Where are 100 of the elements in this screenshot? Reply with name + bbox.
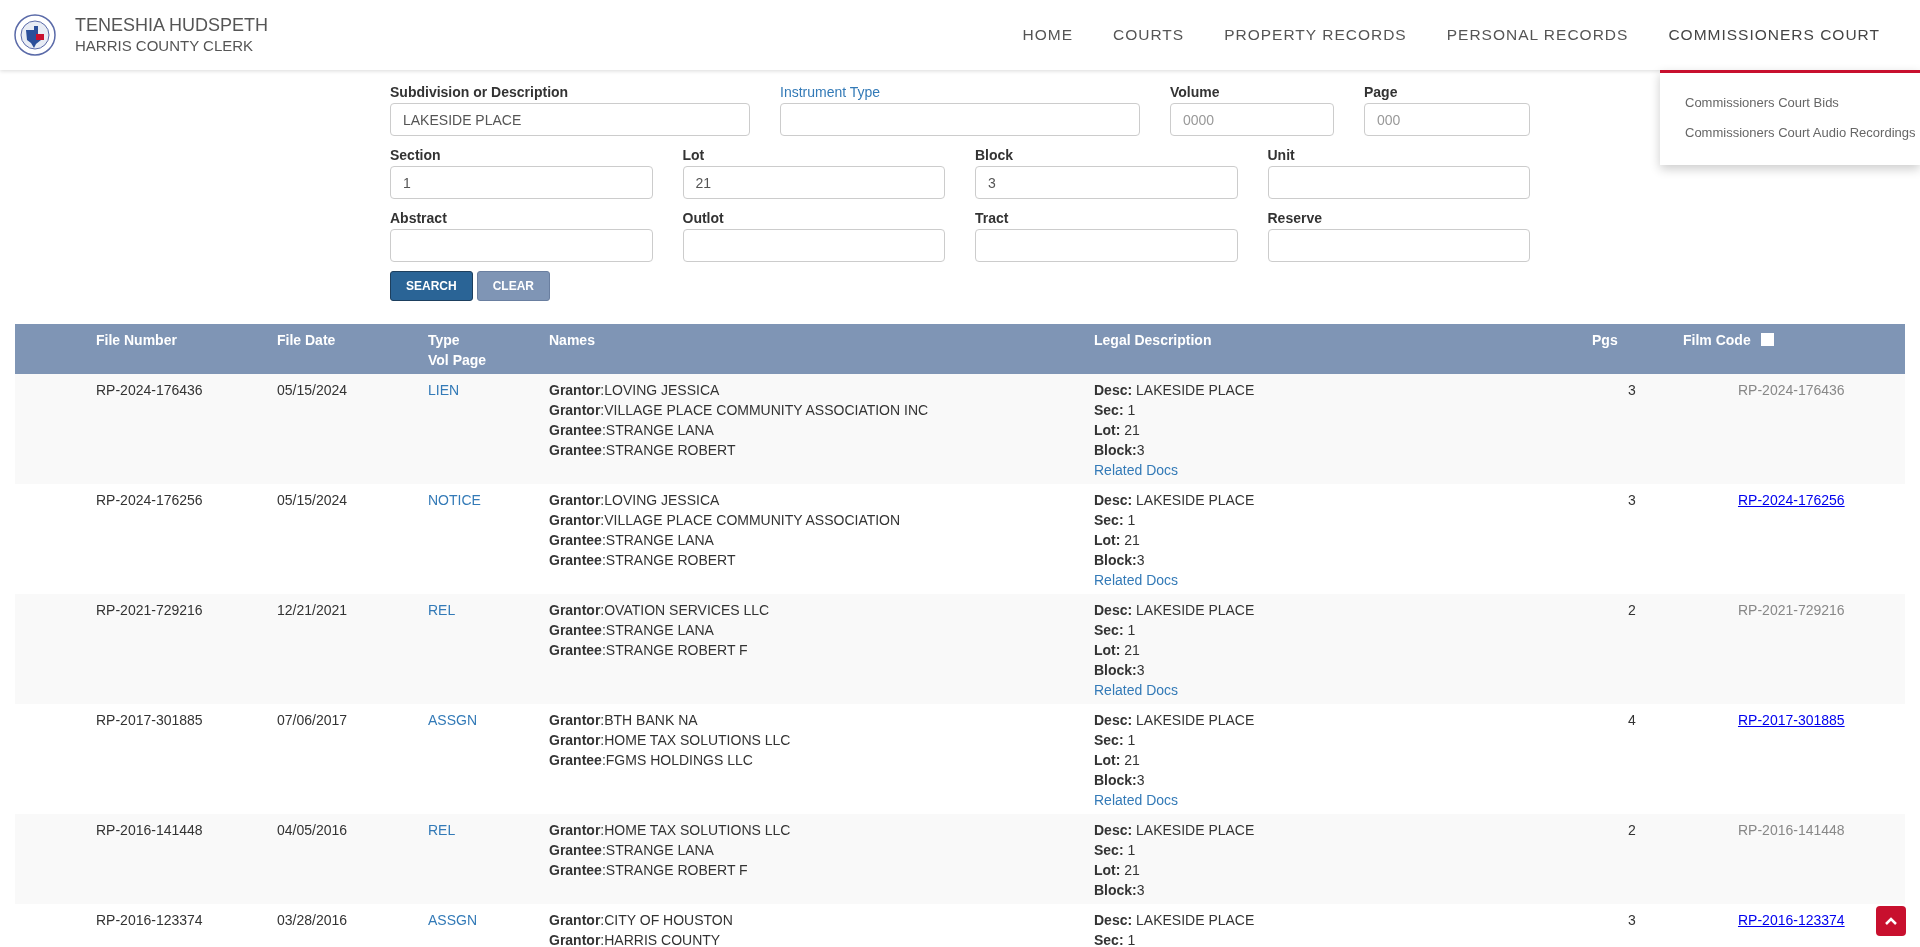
- search-button[interactable]: SEARCH: [390, 271, 473, 301]
- nav-link[interactable]: HOME: [1002, 0, 1093, 70]
- nav-link[interactable]: PROPERTY RECORDS: [1204, 0, 1427, 70]
- legal-description-line: Desc: LAKESIDE PLACE: [1094, 911, 1255, 930]
- film-code: RP-2016-141448: [1738, 821, 1845, 840]
- dropdown-item[interactable]: Commissioners Court Audio Recordings: [1685, 124, 1916, 141]
- file-number: RP-2016-141448: [96, 821, 203, 840]
- file-number: RP-2021-729216: [96, 601, 203, 620]
- field-label: Subdivision or Description: [390, 83, 569, 101]
- input-field[interactable]: [390, 229, 653, 262]
- document-type-link[interactable]: ASSGN: [428, 710, 477, 730]
- legal-description-line: Desc: LAKESIDE PLACE: [1094, 491, 1255, 510]
- input-field[interactable]: 3: [975, 166, 1238, 199]
- field-label: Page: [1364, 83, 1398, 101]
- party-name: Grantor:LOVING JESSICA: [549, 381, 720, 400]
- file-date: 05/15/2024: [277, 491, 348, 510]
- nav-link[interactable]: COMMISSIONERS COURT: [1648, 0, 1900, 70]
- party-name: Grantor:HARRIS COUNTY: [549, 931, 721, 947]
- field-label: Outlot: [682, 209, 724, 227]
- file-number: RP-2017-301885: [96, 711, 203, 730]
- legal-description-line: Block:3: [1094, 551, 1145, 570]
- film-code-link[interactable]: RP-2016-123374: [1738, 910, 1845, 930]
- file-number: RP-2016-123374: [96, 911, 203, 930]
- party-name: Grantee:FGMS HOLDINGS LLC: [549, 751, 753, 770]
- nav-link[interactable]: COURTS: [1093, 0, 1205, 70]
- checkbox[interactable]: [1760, 333, 1774, 346]
- legal-description-line: Sec: 1: [1094, 731, 1136, 750]
- document-type-link[interactable]: REL: [428, 600, 456, 620]
- party-name: Grantor:OVATION SERVICES LLC: [549, 601, 770, 620]
- chevron-up-icon: [1884, 916, 1898, 926]
- party-name: Grantee:STRANGE ROBERT F: [549, 641, 748, 660]
- page-count: 4: [1628, 711, 1636, 730]
- field-label: Lot: [682, 146, 705, 164]
- legal-description-line: Sec: 1: [1094, 931, 1136, 947]
- input-field[interactable]: 1: [390, 166, 653, 199]
- input-field[interactable]: 21: [682, 166, 945, 199]
- party-name: Grantee:STRANGE LANA: [549, 531, 714, 550]
- page-count: 3: [1628, 491, 1636, 510]
- document-type-link[interactable]: ASSGN: [428, 910, 477, 930]
- scroll-top-button[interactable]: [1876, 906, 1906, 936]
- page-count: 2: [1628, 601, 1636, 620]
- document-type-link[interactable]: NOTICE: [428, 490, 481, 510]
- nav-link[interactable]: PERSONAL RECORDS: [1426, 0, 1649, 70]
- legal-description-line: Lot: 21: [1094, 421, 1140, 440]
- legal-description-line: Desc: LAKESIDE PLACE: [1094, 821, 1255, 840]
- document-type-link[interactable]: LIEN: [428, 380, 460, 400]
- legal-description-line: Desc: LAKESIDE PLACE: [1094, 601, 1255, 620]
- legal-description-line: Block:3: [1094, 661, 1145, 680]
- file-date: 07/06/2017: [277, 711, 348, 730]
- field-label: Instrument Type: [780, 83, 881, 101]
- party-name: Grantee:STRANGE ROBERT F: [549, 861, 748, 880]
- input-field[interactable]: 0000: [1170, 103, 1334, 136]
- column-header: Legal Description: [1094, 331, 1212, 350]
- legal-description-line: Block:3: [1094, 771, 1145, 790]
- county-seal-icon[interactable]: [14, 14, 56, 56]
- input-field[interactable]: [1267, 166, 1530, 199]
- film-code-link[interactable]: RP-2024-176256: [1738, 490, 1845, 510]
- office-title: HARRIS COUNTY CLERK: [75, 36, 255, 56]
- input-field[interactable]: [682, 229, 945, 262]
- field-label: Abstract: [390, 209, 447, 227]
- party-name: Grantor:BTH BANK NA: [549, 711, 698, 730]
- legal-description-line: Lot: 21: [1094, 531, 1140, 550]
- column-header: Names: [549, 331, 595, 350]
- column-header: File Number: [96, 331, 177, 350]
- party-name: Grantee:STRANGE ROBERT: [549, 441, 736, 460]
- input-field[interactable]: [975, 229, 1238, 262]
- film-code-link[interactable]: RP-2017-301885: [1738, 710, 1845, 730]
- related-docs-link[interactable]: Related Docs: [1094, 790, 1179, 810]
- legal-description-line: Lot: 21: [1094, 751, 1140, 770]
- page-count: 3: [1628, 381, 1636, 400]
- party-name: Grantor:VILLAGE PLACE COMMUNITY ASSOCIATION: [549, 511, 901, 530]
- dropdown-item[interactable]: Commissioners Court Bids: [1685, 94, 1839, 111]
- input-field[interactable]: 000: [1364, 103, 1530, 136]
- related-docs-link[interactable]: Related Docs: [1094, 570, 1179, 590]
- party-name: Grantor:HOME TAX SOLUTIONS LLC: [549, 731, 791, 750]
- file-date: 05/15/2024: [277, 381, 348, 400]
- party-name: Grantee:STRANGE LANA: [549, 421, 714, 440]
- legal-description-line: Lot: 21: [1094, 641, 1140, 660]
- party-name: Grantor:LOVING JESSICA: [549, 491, 720, 510]
- film-code: RP-2024-176436: [1738, 381, 1845, 400]
- legal-description-line: Sec: 1: [1094, 511, 1136, 530]
- field-label: Unit: [1267, 146, 1295, 164]
- input-field[interactable]: LAKESIDE PLACE: [390, 103, 750, 136]
- related-docs-link[interactable]: Related Docs: [1094, 680, 1179, 700]
- legal-description-line: Sec: 1: [1094, 401, 1136, 420]
- document-type-link[interactable]: REL: [428, 820, 456, 840]
- party-name: Grantor:CITY OF HOUSTON: [549, 911, 733, 930]
- input-field[interactable]: [1267, 229, 1530, 262]
- column-header: Film Code: [1683, 331, 1751, 350]
- input-field[interactable]: [780, 103, 1140, 136]
- related-docs-link[interactable]: Related Docs: [1094, 460, 1179, 480]
- page-count: 3: [1628, 911, 1636, 930]
- field-label: Reserve: [1267, 209, 1322, 227]
- file-date: 03/28/2016: [277, 911, 348, 930]
- file-date: 12/21/2021: [277, 601, 348, 620]
- file-number: RP-2024-176256: [96, 491, 203, 510]
- field-label: Section: [390, 146, 441, 164]
- party-name: Grantee:STRANGE LANA: [549, 841, 714, 860]
- film-code: RP-2021-729216: [1738, 601, 1845, 620]
- file-number: RP-2024-176436: [96, 381, 203, 400]
